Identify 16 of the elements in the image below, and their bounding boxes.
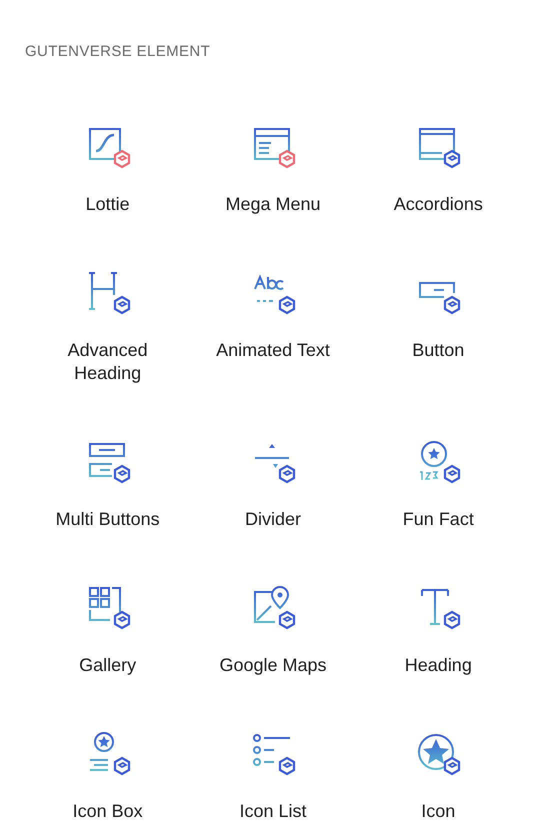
element-label[interactable]: Animated Text [202, 339, 343, 362]
element-label[interactable]: Accordions [368, 193, 508, 216]
element-label[interactable]: Icon Box [38, 800, 178, 823]
element-label[interactable]: Lottie [38, 193, 178, 216]
section-title: GUTENVERSE ELEMENT [25, 42, 210, 61]
element-label[interactable]: Divider [202, 508, 343, 531]
element-label[interactable]: Advanced Heading [38, 339, 178, 385]
element-label[interactable]: Gallery [38, 654, 178, 677]
element-label[interactable]: Icon [368, 800, 508, 823]
element-label[interactable]: Icon List [202, 800, 343, 823]
element-label[interactable]: Button [368, 339, 508, 362]
element-label[interactable]: Google Maps [202, 654, 343, 677]
element-label[interactable]: Multi Buttons [38, 508, 178, 531]
element-label[interactable]: Heading [368, 654, 508, 677]
element-label[interactable]: Fun Fact [368, 508, 508, 531]
element-label[interactable]: Mega Menu [202, 193, 343, 216]
